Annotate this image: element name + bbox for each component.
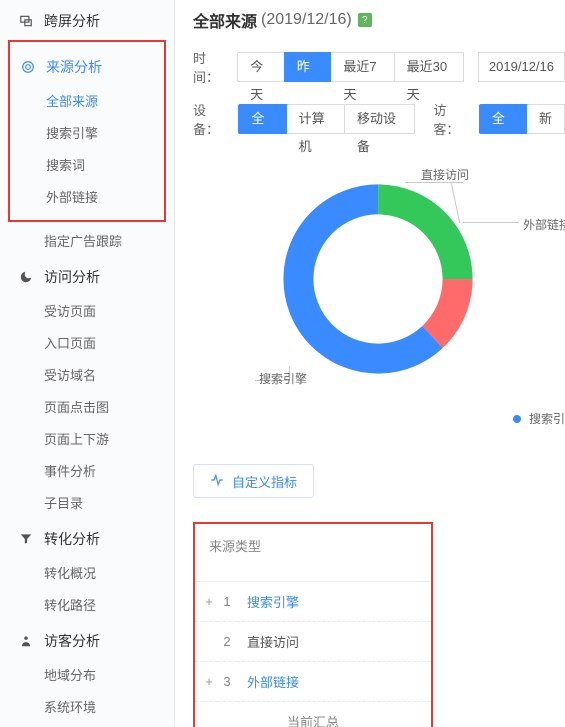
sidebar-item-all-sources[interactable]: 全部来源 — [10, 86, 164, 118]
filter-label-time: 时间： — [193, 48, 225, 86]
sidebar-item-click-heatmap[interactable]: 页面点击图 — [0, 392, 174, 424]
row-index: 1 — [217, 582, 237, 622]
time-yesterday-button[interactable]: 昨天 — [284, 52, 332, 82]
highlight-box-source-analysis: 来源分析 全部来源 搜索引擎 搜索词 外部链接 — [8, 40, 166, 222]
row-index: 2 — [217, 622, 237, 662]
legend-dot-icon — [513, 415, 521, 423]
sidebar-group-label: 跨屏分析 — [44, 11, 100, 31]
funnel-icon — [18, 531, 34, 547]
donut-svg — [273, 174, 483, 384]
date-picker[interactable]: 2019/12/16 — [478, 52, 565, 82]
row-link-external[interactable]: 外部链接 — [247, 675, 299, 690]
page-title: 全部来源 — [193, 8, 257, 32]
sidebar-item-subdirectory[interactable]: 子目录 — [0, 488, 174, 520]
sidebar-item-event-analysis[interactable]: 事件分析 — [0, 456, 174, 488]
device-all-button[interactable]: 全部 — [238, 104, 286, 134]
sidebar-item-page-flow[interactable]: 页面上下游 — [0, 424, 174, 456]
time-last7-button[interactable]: 最近7天 — [330, 52, 394, 82]
help-icon[interactable]: ? — [358, 13, 372, 27]
chart-label-direct: 直接访问 — [421, 166, 469, 183]
chart-label-search: 搜索引擎 — [259, 370, 307, 387]
sidebar-item-region[interactable]: 地域分布 — [0, 660, 174, 692]
row-index: 3 — [217, 662, 237, 702]
sidebar-group-visitor-analysis[interactable]: 访客分析 — [0, 622, 174, 660]
sidebar-item-ad-tracking[interactable]: 指定广告跟踪 — [0, 226, 174, 258]
device-mobile-button[interactable]: 移动设备 — [344, 104, 415, 134]
custom-metric-label: 自定义指标 — [232, 472, 297, 491]
sidebar: 跨屏分析 来源分析 全部来源 搜索引擎 搜索词 外部链接 指定广告跟踪 访问分析… — [0, 0, 175, 727]
filter-row-time: 时间： 今天 昨天 最近7天 最近30天 2019/12/16 — [193, 48, 565, 86]
main-content: 全部来源 (2019/12/16) ? 时间： 今天 昨天 最近7天 最近30天… — [175, 0, 565, 727]
table-footer-summary: 当前汇总 — [195, 702, 431, 727]
chart-label-external: 外部链接 — [523, 216, 565, 233]
sidebar-group-label: 访客分析 — [44, 631, 100, 651]
expand-placeholder — [195, 622, 217, 662]
filter-label-device: 设备： — [193, 100, 226, 138]
sidebar-item-external-link[interactable]: 外部链接 — [10, 182, 164, 214]
row-link-search-engine[interactable]: 搜索引擎 — [247, 595, 299, 610]
table-row: + 3 外部链接 — [195, 662, 431, 702]
moon-icon — [18, 269, 34, 285]
target-icon — [20, 59, 36, 75]
donut-chart: 直接访问 外部链接 搜索引擎 搜索引 — [193, 152, 565, 442]
sidebar-group-label: 访问分析 — [44, 267, 100, 287]
sidebar-item-search-engine[interactable]: 搜索引擎 — [10, 118, 164, 150]
highlight-box-source-table: 来源类型 + 1 搜索引擎 2 直接访问 + 3 — [193, 522, 433, 727]
sidebar-group-cross-screen[interactable]: 跨屏分析 — [0, 2, 174, 40]
page-title-date: (2019/12/16) — [261, 11, 352, 29]
custom-metric-button[interactable]: 自定义指标 — [193, 464, 314, 498]
row-text-direct: 直接访问 — [237, 622, 431, 662]
sidebar-group-label: 转化分析 — [44, 529, 100, 549]
sidebar-item-visited-pages[interactable]: 受访页面 — [0, 296, 174, 328]
visitor-all-button[interactable]: 全部 — [479, 104, 527, 134]
sidebar-item-search-term[interactable]: 搜索词 — [10, 150, 164, 182]
source-type-table: 来源类型 + 1 搜索引擎 2 直接访问 + 3 — [195, 524, 431, 727]
table-header-source-type[interactable]: 来源类型 — [195, 524, 431, 582]
expand-icon[interactable]: + — [195, 662, 217, 702]
sidebar-group-conversion-analysis[interactable]: 转化分析 — [0, 520, 174, 558]
sidebar-group-source-analysis[interactable]: 来源分析 — [10, 48, 164, 86]
expand-icon[interactable]: + — [195, 582, 217, 622]
sidebar-group-label: 来源分析 — [46, 57, 102, 77]
sidebar-item-system-env[interactable]: 系统环境 — [0, 692, 174, 724]
filter-label-visitor: 访客： — [433, 100, 466, 138]
filter-row-device-visitor: 设备： 全部 计算机 移动设备 访客： 全部 新 — [193, 100, 565, 138]
page-title-row: 全部来源 (2019/12/16) ? — [193, 8, 565, 32]
device-computer-button[interactable]: 计算机 — [286, 104, 345, 134]
time-today-button[interactable]: 今天 — [237, 52, 285, 82]
cross-screen-icon — [18, 13, 34, 29]
sidebar-group-visit-analysis[interactable]: 访问分析 — [0, 258, 174, 296]
sidebar-item-visited-domains[interactable]: 受访域名 — [0, 360, 174, 392]
chart-legend: 搜索引 — [513, 410, 565, 427]
table-row: + 1 搜索引擎 — [195, 582, 431, 622]
sidebar-item-entry-pages[interactable]: 入口页面 — [0, 328, 174, 360]
table-row: 2 直接访问 — [195, 622, 431, 662]
pulse-icon — [210, 473, 224, 490]
visitor-new-button[interactable]: 新 — [526, 104, 565, 134]
legend-label: 搜索引 — [529, 410, 565, 427]
person-icon — [18, 633, 34, 649]
sidebar-item-conversion-path[interactable]: 转化路径 — [0, 590, 174, 622]
time-last30-button[interactable]: 最近30天 — [394, 52, 464, 82]
sidebar-item-conversion-overview[interactable]: 转化概况 — [0, 558, 174, 590]
